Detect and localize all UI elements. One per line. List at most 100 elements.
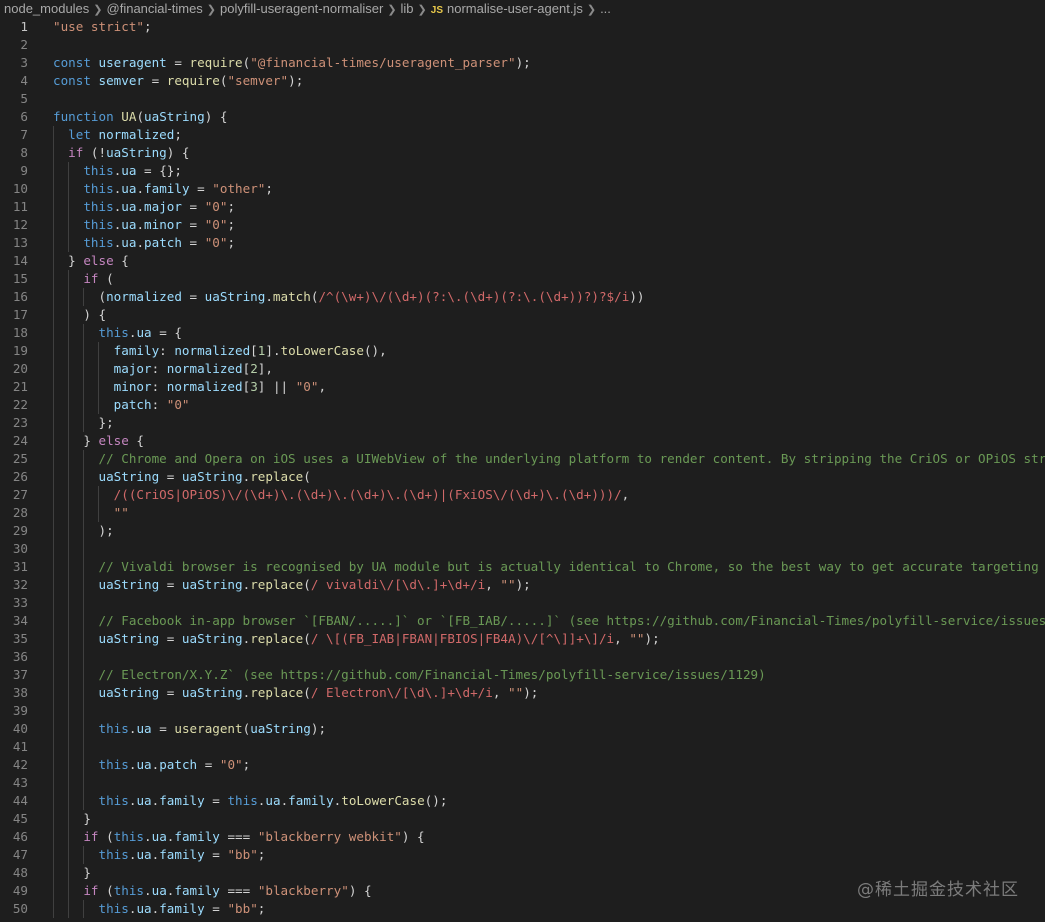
code-line[interactable]: 4 const semver = require("semver"); <box>0 72 1045 90</box>
code-line[interactable]: 8 if (!uaString) { <box>0 144 1045 162</box>
line-number: 47 <box>12 847 28 862</box>
code-line[interactable]: 40 this.ua = useragent(uaString); <box>0 720 1045 738</box>
code-editor[interactable]: 1 "use strict"; 2 3 const useragent = requir… <box>0 18 1045 922</box>
line-number: 11 <box>12 199 28 214</box>
code-text: patch: "0" <box>113 397 190 412</box>
code-line[interactable]: 28 "" <box>0 504 1045 522</box>
code-line[interactable]: 29 ); <box>0 522 1045 540</box>
line-number: 31 <box>12 559 28 574</box>
code-line[interactable]: 31 // Vivaldi browser is recognised by U… <box>0 558 1045 576</box>
line-number: 32 <box>12 577 28 592</box>
code-line[interactable]: 13 this.ua.patch = "0"; <box>0 234 1045 252</box>
breadcrumb-file[interactable]: normalise-user-agent.js <box>447 1 583 16</box>
code-line[interactable]: 16 (normalized = uaString.match(/^(\w+)\… <box>0 288 1045 306</box>
breadcrumb-package[interactable]: polyfill-useragent-normaliser <box>220 1 383 16</box>
js-file-icon: JS <box>430 5 443 16</box>
code-line[interactable]: 38 uaString = uaString.replace(/ Electro… <box>0 684 1045 702</box>
code-text: } <box>53 865 91 880</box>
code-text: this.ua.minor = "0"; <box>83 217 236 232</box>
code-line[interactable]: 44 this.ua.family = this.ua.family.toLow… <box>0 792 1045 810</box>
code-line[interactable]: 2 <box>0 36 1045 54</box>
code-line[interactable]: 21 minor: normalized[3] || "0", <box>0 378 1045 396</box>
code-line[interactable]: 22 patch: "0" <box>0 396 1045 414</box>
code-text: uaString = uaString.replace( <box>98 469 311 484</box>
code-text: "use strict"; <box>53 19 152 34</box>
indent-guide <box>68 540 69 558</box>
code-text: this.ua = { <box>98 325 182 340</box>
line-number: 44 <box>12 793 28 808</box>
breadcrumb-lib[interactable]: lib <box>401 1 414 16</box>
code-line[interactable]: 43 <box>0 774 1045 792</box>
chevron-right-icon: ❯ <box>387 4 397 16</box>
code-line[interactable]: 18 this.ua = { <box>0 324 1045 342</box>
line-number: 7 <box>20 127 28 142</box>
breadcrumb-financial-times[interactable]: @financial-times <box>107 1 203 16</box>
breadcrumb: node_modules ❯ @financial-times ❯ polyfill-u… <box>0 0 1045 18</box>
chevron-right-icon: ❯ <box>417 4 427 16</box>
code-line[interactable]: 7 let normalized; <box>0 126 1045 144</box>
code-line[interactable]: 46 if (this.ua.family === "blackberry we… <box>0 828 1045 846</box>
chevron-right-icon: ❯ <box>93 4 103 16</box>
code-line[interactable]: 32 uaString = uaString.replace(/ vivaldi… <box>0 576 1045 594</box>
code-line[interactable]: 20 major: normalized[2], <box>0 360 1045 378</box>
code-line[interactable]: 42 this.ua.patch = "0"; <box>0 756 1045 774</box>
line-number: 23 <box>12 415 28 430</box>
line-number: 42 <box>12 757 28 772</box>
code-line[interactable]: 41 <box>0 738 1045 756</box>
line-number: 40 <box>12 721 28 736</box>
indent-guide <box>53 540 54 558</box>
code-text: this.ua = {}; <box>83 163 182 178</box>
code-text: if (this.ua.family === "blackberry webki… <box>83 829 425 844</box>
code-line[interactable]: 14 } else { <box>0 252 1045 270</box>
line-number: 30 <box>12 541 28 556</box>
code-line[interactable]: 33 <box>0 594 1045 612</box>
code-line[interactable]: 23 }; <box>0 414 1045 432</box>
code-text: ); <box>53 523 114 538</box>
line-number: 10 <box>12 181 28 196</box>
line-number: 45 <box>12 811 28 826</box>
breadcrumb-more[interactable]: ... <box>600 1 611 16</box>
code-line[interactable]: 37 // Electron/X.Y.Z` (see https://githu… <box>0 666 1045 684</box>
code-text: "" <box>113 505 129 520</box>
code-text: uaString = uaString.replace(/ Electron\/… <box>98 685 539 700</box>
line-number: 43 <box>12 775 28 790</box>
code-line[interactable]: 25 // Chrome and Opera on iOS uses a UIW… <box>0 450 1045 468</box>
code-line[interactable]: 47 this.ua.family = "bb"; <box>0 846 1045 864</box>
code-line[interactable]: 3 const useragent = require("@financial-t… <box>0 54 1045 72</box>
code-line[interactable]: 36 <box>0 648 1045 666</box>
line-number: 46 <box>12 829 28 844</box>
code-line[interactable]: 39 <box>0 702 1045 720</box>
code-line[interactable]: 11 this.ua.major = "0"; <box>0 198 1045 216</box>
code-text: uaString = uaString.replace(/ vivaldi\/[… <box>98 577 531 592</box>
code-line[interactable]: 24 } else { <box>0 432 1045 450</box>
code-line[interactable]: 30 <box>0 540 1045 558</box>
code-line[interactable]: 34 // Facebook in-app browser `[FBAN/...… <box>0 612 1045 630</box>
code-line[interactable]: 5 <box>0 90 1045 108</box>
line-number: 36 <box>12 649 28 664</box>
code-line[interactable]: 27 /((CriOS|OPiOS)\/(\d+)\.(\d+)\.(\d+)\… <box>0 486 1045 504</box>
code-line[interactable]: 1 "use strict"; <box>0 18 1045 36</box>
line-number: 48 <box>12 865 28 880</box>
code-text: if ( <box>83 271 114 286</box>
line-number: 33 <box>12 595 28 610</box>
code-line[interactable]: 26 uaString = uaString.replace( <box>0 468 1045 486</box>
code-line[interactable]: 10 this.ua.family = "other"; <box>0 180 1045 198</box>
watermark: @稀土掘金技术社区 <box>857 880 1019 900</box>
code-line[interactable]: 12 this.ua.minor = "0"; <box>0 216 1045 234</box>
code-line[interactable]: 50 this.ua.family = "bb"; <box>0 900 1045 918</box>
code-line[interactable]: 19 family: normalized[1].toLowerCase(), <box>0 342 1045 360</box>
code-line[interactable]: 35 uaString = uaString.replace(/ \[(FB_I… <box>0 630 1045 648</box>
breadcrumb-node-modules[interactable]: node_modules <box>4 1 89 16</box>
code-line[interactable]: 45 } <box>0 810 1045 828</box>
code-line[interactable]: 15 if ( <box>0 270 1045 288</box>
code-text: } else { <box>53 253 129 268</box>
code-line[interactable]: 9 this.ua = {}; <box>0 162 1045 180</box>
indent-guide <box>83 540 84 558</box>
indent-guide <box>83 774 84 792</box>
line-number: 2 <box>20 37 28 52</box>
line-number: 38 <box>12 685 28 700</box>
code-line[interactable]: 17 ) { <box>0 306 1045 324</box>
line-number: 39 <box>12 703 28 718</box>
indent-guide <box>53 774 54 792</box>
code-line[interactable]: 6 function UA(uaString) { <box>0 108 1045 126</box>
